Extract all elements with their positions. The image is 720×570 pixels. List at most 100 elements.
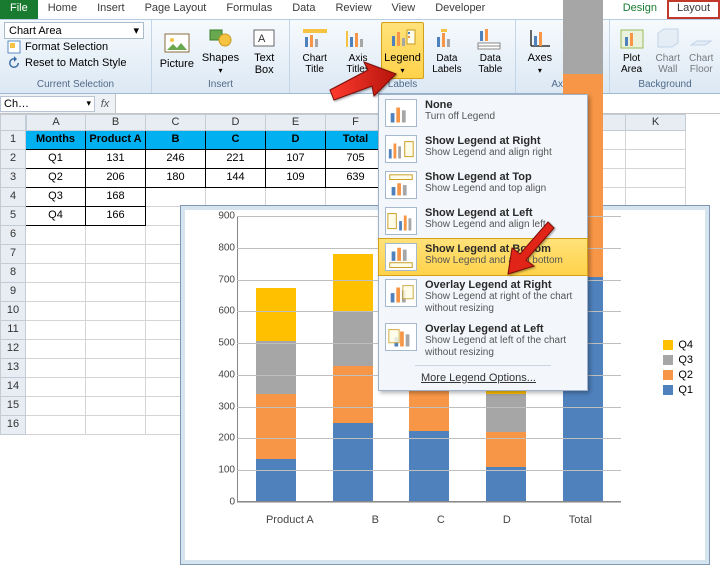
bar-segment[interactable]: [409, 431, 449, 501]
select-all-corner[interactable]: [0, 114, 26, 131]
menu-item-none[interactable]: NoneTurn off Legend: [379, 95, 587, 131]
cell[interactable]: [626, 169, 686, 188]
cell[interactable]: 705: [326, 150, 386, 169]
row-header[interactable]: 8: [0, 264, 26, 283]
cell[interactable]: [86, 226, 146, 245]
tab-file[interactable]: File: [0, 0, 38, 19]
chart-element-dropdown[interactable]: Chart Area ▾: [4, 22, 144, 39]
cell[interactable]: Months: [26, 131, 86, 150]
bar-segment[interactable]: [486, 467, 526, 501]
tab-data[interactable]: Data: [282, 0, 325, 19]
cell[interactable]: [86, 283, 146, 302]
column-header[interactable]: K: [626, 114, 686, 131]
cell[interactable]: [26, 397, 86, 416]
cell[interactable]: [26, 378, 86, 397]
column-header[interactable]: F: [326, 114, 386, 131]
cell[interactable]: 206: [86, 169, 146, 188]
cell[interactable]: 144: [206, 169, 266, 188]
row-header[interactable]: 7: [0, 245, 26, 264]
tab-layout[interactable]: Layout: [667, 0, 720, 19]
column-header[interactable]: A: [26, 114, 86, 131]
cell[interactable]: [26, 340, 86, 359]
cell[interactable]: [26, 302, 86, 321]
tab-design[interactable]: Design: [613, 0, 667, 19]
picture-button[interactable]: Picture: [156, 22, 198, 79]
row-header[interactable]: 14: [0, 378, 26, 397]
tab-developer[interactable]: Developer: [425, 0, 495, 19]
bar-segment[interactable]: [256, 288, 296, 341]
bar-segment[interactable]: [256, 394, 296, 459]
cell[interactable]: Q3: [26, 188, 86, 207]
row-header[interactable]: 2: [0, 150, 26, 169]
cell[interactable]: 131: [86, 150, 146, 169]
tab-page-layout[interactable]: Page Layout: [135, 0, 217, 19]
row-header[interactable]: 6: [0, 226, 26, 245]
row-header[interactable]: 1: [0, 131, 26, 150]
data-table-button[interactable]: Data Table: [470, 22, 511, 79]
name-box[interactable]: Ch… ▾: [0, 96, 95, 112]
bar-segment[interactable]: [333, 254, 373, 311]
tab-formulas[interactable]: Formulas: [216, 0, 282, 19]
chart-wall-button[interactable]: Chart Wall: [651, 22, 684, 79]
row-header[interactable]: 4: [0, 188, 26, 207]
cell[interactable]: Q1: [26, 150, 86, 169]
cell[interactable]: 246: [146, 150, 206, 169]
fx-icon[interactable]: fx: [95, 98, 115, 110]
tab-view[interactable]: View: [382, 0, 426, 19]
column-header[interactable]: B: [86, 114, 146, 131]
cell[interactable]: Total: [326, 131, 386, 150]
bar-segment[interactable]: [409, 385, 449, 431]
column-header[interactable]: E: [266, 114, 326, 131]
menu-item-overlay-left[interactable]: Overlay Legend at LeftShow Legend at lef…: [379, 319, 587, 363]
bar-segment[interactable]: [333, 423, 373, 501]
cell[interactable]: B: [146, 131, 206, 150]
axes-button[interactable]: Axes▾: [520, 22, 560, 79]
legend-item[interactable]: Q4: [663, 339, 693, 351]
row-header[interactable]: 10: [0, 302, 26, 321]
column-header[interactable]: D: [206, 114, 266, 131]
menu-item-right[interactable]: Show Legend at RightShow Legend and alig…: [379, 131, 587, 167]
cell[interactable]: [86, 416, 146, 435]
row-header[interactable]: 9: [0, 283, 26, 302]
format-selection-button[interactable]: Format Selection: [4, 39, 147, 55]
cell[interactable]: [86, 397, 146, 416]
chart-floor-button[interactable]: Chart Floor: [686, 22, 716, 79]
data-labels-button[interactable]: Data Labels: [426, 22, 467, 79]
cell[interactable]: Q4: [26, 207, 86, 226]
cell[interactable]: [26, 226, 86, 245]
cell[interactable]: 166: [86, 207, 146, 226]
row-header[interactable]: 15: [0, 397, 26, 416]
cell[interactable]: [26, 321, 86, 340]
bar-segment[interactable]: [256, 459, 296, 501]
cell[interactable]: [86, 264, 146, 283]
cell[interactable]: 639: [326, 169, 386, 188]
menu-more-options[interactable]: More Legend Options...: [379, 368, 587, 390]
cell[interactable]: [26, 245, 86, 264]
column-header[interactable]: C: [146, 114, 206, 131]
bar-segment[interactable]: [256, 341, 296, 394]
cell[interactable]: [86, 321, 146, 340]
cell[interactable]: 109: [266, 169, 326, 188]
tab-review[interactable]: Review: [325, 0, 381, 19]
row-header[interactable]: 3: [0, 169, 26, 188]
text-box-button[interactable]: A Text Box: [243, 22, 285, 79]
plot-area-button[interactable]: Plot Area: [614, 22, 649, 79]
cell[interactable]: 168: [86, 188, 146, 207]
cell[interactable]: [86, 340, 146, 359]
shapes-button[interactable]: Shapes▾: [200, 22, 242, 79]
cell[interactable]: C: [206, 131, 266, 150]
cell[interactable]: [86, 245, 146, 264]
cell[interactable]: [26, 416, 86, 435]
bar-segment[interactable]: [563, 0, 603, 74]
cell[interactable]: Q2: [26, 169, 86, 188]
row-header[interactable]: 5: [0, 207, 26, 226]
row-header[interactable]: 13: [0, 359, 26, 378]
row-header[interactable]: 11: [0, 321, 26, 340]
legend-item[interactable]: Q3: [663, 354, 693, 366]
cell[interactable]: 107: [266, 150, 326, 169]
cell[interactable]: [26, 264, 86, 283]
cell[interactable]: [626, 131, 686, 150]
cell[interactable]: [86, 302, 146, 321]
cell[interactable]: [26, 359, 86, 378]
legend-item[interactable]: Q1: [663, 384, 693, 396]
